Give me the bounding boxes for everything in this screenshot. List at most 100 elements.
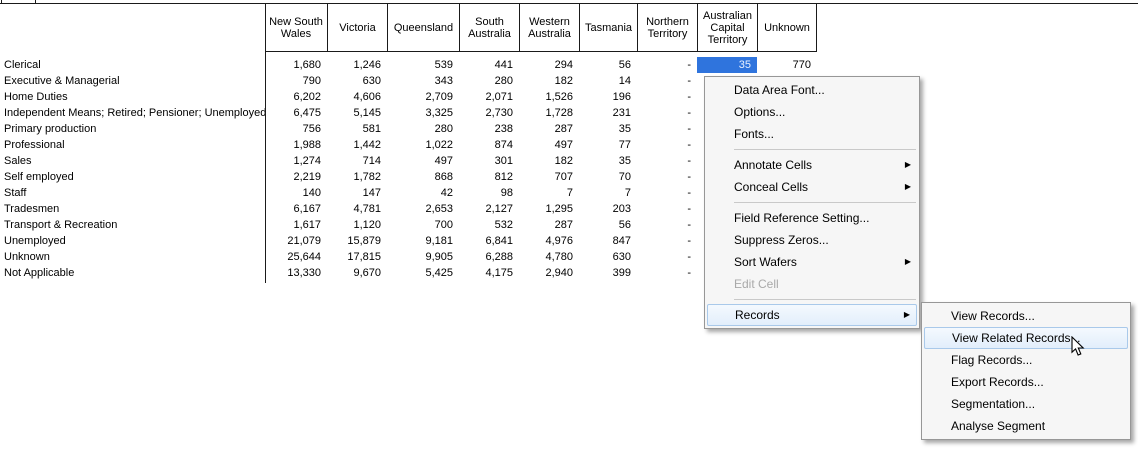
data-cell[interactable]: 56	[579, 217, 637, 233]
selected-cell[interactable]: 35	[697, 57, 757, 73]
column-header-tasmania[interactable]: Tasmania	[579, 4, 637, 52]
data-cell[interactable]: 1,295	[519, 201, 579, 217]
context-menu-item-suppress-zeros[interactable]: Suppress Zeros...	[705, 229, 919, 251]
data-cell[interactable]: 287	[519, 121, 579, 137]
data-cell[interactable]: 294	[519, 57, 579, 73]
data-cell[interactable]: 2,940	[519, 265, 579, 281]
data-cell[interactable]: 581	[327, 121, 387, 137]
data-cell[interactable]: 35	[579, 121, 637, 137]
data-cell[interactable]: 301	[459, 153, 519, 169]
data-cell[interactable]: 847	[579, 233, 637, 249]
data-cell[interactable]: 6,475	[265, 105, 327, 121]
records-submenu-item-export-records[interactable]: Export Records...	[922, 371, 1130, 393]
records-submenu-item-view-records[interactable]: View Records...	[922, 305, 1130, 327]
data-cell[interactable]: 497	[519, 137, 579, 153]
data-cell[interactable]: -	[637, 105, 697, 121]
data-cell[interactable]: 25,644	[265, 249, 327, 265]
data-cell[interactable]: 1,680	[265, 57, 327, 73]
data-cell[interactable]: 790	[265, 73, 327, 89]
data-cell[interactable]: 2,071	[459, 89, 519, 105]
data-cell[interactable]: 140	[265, 185, 327, 201]
data-cell[interactable]: 6,167	[265, 201, 327, 217]
row-label[interactable]: Not Applicable	[0, 265, 265, 281]
data-cell[interactable]: 287	[519, 217, 579, 233]
data-cell[interactable]: 868	[387, 169, 459, 185]
data-cell[interactable]: 231	[579, 105, 637, 121]
row-label[interactable]: Unknown	[0, 249, 265, 265]
records-submenu-item-view-related-records[interactable]: View Related Records...	[924, 327, 1128, 349]
data-cell[interactable]: 4,976	[519, 233, 579, 249]
data-cell[interactable]: 630	[327, 73, 387, 89]
data-cell[interactable]: 874	[459, 137, 519, 153]
data-cell[interactable]: 1,022	[387, 137, 459, 153]
data-cell[interactable]: 1,274	[265, 153, 327, 169]
records-submenu-item-flag-records[interactable]: Flag Records...	[922, 349, 1130, 371]
data-cell[interactable]: 1,246	[327, 57, 387, 73]
data-cell[interactable]: -	[637, 121, 697, 137]
data-cell[interactable]: 1,988	[265, 137, 327, 153]
data-cell[interactable]: -	[637, 153, 697, 169]
data-cell[interactable]: 203	[579, 201, 637, 217]
data-cell[interactable]: -	[637, 185, 697, 201]
data-cell[interactable]: 9,905	[387, 249, 459, 265]
data-cell[interactable]: 98	[459, 185, 519, 201]
row-label[interactable]: Unemployed	[0, 233, 265, 249]
data-cell[interactable]: 13,330	[265, 265, 327, 281]
column-header-western-australia[interactable]: Western Australia	[519, 4, 579, 52]
data-cell[interactable]: 714	[327, 153, 387, 169]
data-cell[interactable]: 1,617	[265, 217, 327, 233]
data-cell[interactable]: 4,780	[519, 249, 579, 265]
data-cell[interactable]: -	[637, 265, 697, 281]
data-cell[interactable]: 17,815	[327, 249, 387, 265]
row-label[interactable]: Professional	[0, 137, 265, 153]
data-cell[interactable]: 182	[519, 73, 579, 89]
data-cell[interactable]: 1,728	[519, 105, 579, 121]
column-header-new-south-wales[interactable]: New South Wales	[265, 4, 327, 52]
data-cell[interactable]: 756	[265, 121, 327, 137]
data-cell[interactable]: -	[637, 137, 697, 153]
data-cell[interactable]: 9,181	[387, 233, 459, 249]
data-cell[interactable]: 4,175	[459, 265, 519, 281]
row-label[interactable]: Executive & Managerial	[0, 73, 265, 89]
column-header-unknown[interactable]: Unknown	[757, 4, 817, 52]
data-cell[interactable]: 238	[459, 121, 519, 137]
context-menu-item-annotate-cells[interactable]: Annotate Cells▶	[705, 154, 919, 176]
data-cell[interactable]: 4,606	[327, 89, 387, 105]
data-cell[interactable]: 9,670	[327, 265, 387, 281]
data-cell[interactable]: 280	[459, 73, 519, 89]
data-cell[interactable]: 35	[579, 153, 637, 169]
data-cell[interactable]: 14	[579, 73, 637, 89]
column-header-queensland[interactable]: Queensland	[387, 4, 459, 52]
context-menu-item-field-reference-setting[interactable]: Field Reference Setting...	[705, 207, 919, 229]
row-label[interactable]: Home Duties	[0, 89, 265, 105]
context-menu-item-sort-wafers[interactable]: Sort Wafers▶	[705, 251, 919, 273]
data-cell[interactable]: 5,425	[387, 265, 459, 281]
data-cell[interactable]: 707	[519, 169, 579, 185]
data-cell[interactable]: 6,202	[265, 89, 327, 105]
data-cell[interactable]: -	[637, 217, 697, 233]
column-header-australian-capital-territory[interactable]: Australian Capital Territory	[697, 4, 757, 52]
data-cell[interactable]: 21,079	[265, 233, 327, 249]
context-menu-item-records[interactable]: Records▶	[707, 304, 917, 326]
data-cell[interactable]: -	[637, 89, 697, 105]
data-cell[interactable]: 196	[579, 89, 637, 105]
data-cell[interactable]: 700	[387, 217, 459, 233]
data-cell[interactable]: -	[637, 249, 697, 265]
data-cell[interactable]: 441	[459, 57, 519, 73]
context-menu-item-data-area-font[interactable]: Data Area Font...	[705, 79, 919, 101]
data-cell[interactable]: 77	[579, 137, 637, 153]
data-cell[interactable]: 532	[459, 217, 519, 233]
row-label[interactable]: Self employed	[0, 169, 265, 185]
data-cell[interactable]: 56	[579, 57, 637, 73]
data-cell[interactable]: 539	[387, 57, 459, 73]
data-cell[interactable]: 5,145	[327, 105, 387, 121]
context-menu-item-conceal-cells[interactable]: Conceal Cells▶	[705, 176, 919, 198]
data-cell[interactable]: 182	[519, 153, 579, 169]
row-label[interactable]: Sales	[0, 153, 265, 169]
column-header-northern-territory[interactable]: Northern Territory	[637, 4, 697, 52]
data-cell[interactable]: 399	[579, 265, 637, 281]
data-cell[interactable]: 1,782	[327, 169, 387, 185]
data-cell[interactable]: -	[637, 201, 697, 217]
row-label[interactable]: Transport & Recreation	[0, 217, 265, 233]
data-cell[interactable]: -	[637, 73, 697, 89]
